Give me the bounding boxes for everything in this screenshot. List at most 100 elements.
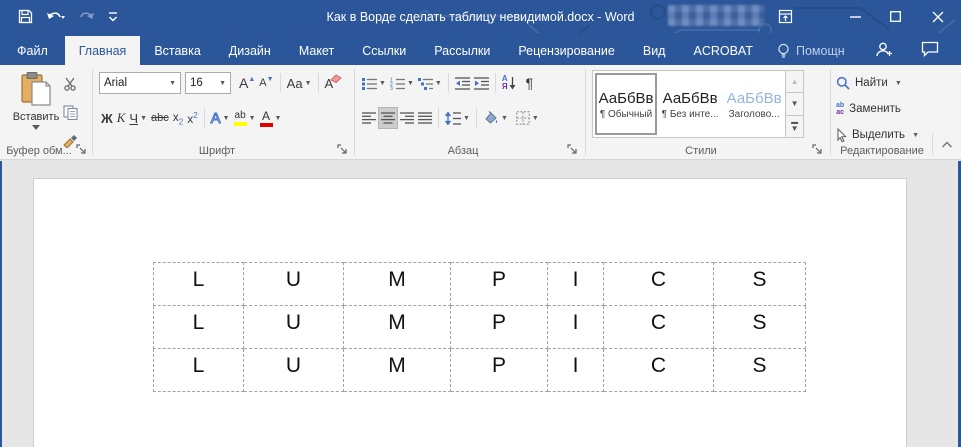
tab-review[interactable]: Рецензирование — [504, 36, 629, 65]
tab-view[interactable]: Вид — [629, 36, 680, 65]
styles-scroll-up-button[interactable]: ▲ — [786, 71, 803, 93]
table-cell[interactable]: I — [548, 263, 604, 306]
doc-table: LUMPICS LUMPICS LUMPICS — [153, 262, 806, 392]
strikethrough-button[interactable]: abc — [149, 107, 171, 129]
sort-button[interactable]: А Я — [500, 72, 518, 94]
table-cell[interactable]: L — [154, 349, 244, 392]
table-cell[interactable]: P — [451, 349, 548, 392]
highlight-color-button[interactable]: ab ▼ — [232, 107, 258, 129]
decrease-indent-button[interactable] — [453, 72, 472, 94]
tab-mailings[interactable]: Рассылки — [420, 36, 504, 65]
style-heading[interactable]: АаБбВв Заголово... — [723, 73, 785, 135]
cut-button[interactable] — [61, 73, 80, 95]
style-normal[interactable]: АаБбВв ¶ Обычный — [595, 73, 657, 135]
multilevel-list-button[interactable]: ▼ — [416, 72, 444, 94]
customize-qat-button[interactable] — [108, 11, 118, 23]
table-cell[interactable]: C — [604, 306, 714, 349]
grow-font-button[interactable]: А▲ — [237, 72, 257, 94]
font-color-bar — [260, 123, 273, 127]
table-cell[interactable]: M — [344, 349, 451, 392]
align-center-button[interactable] — [378, 107, 398, 129]
table-cell[interactable]: U — [244, 263, 344, 306]
styles-more-button[interactable]: ▬▼ — [786, 116, 803, 137]
tell-me-assistant[interactable]: Помощн — [767, 36, 855, 65]
replace-button[interactable]: abac Заменить — [836, 97, 901, 121]
save-button[interactable] — [18, 9, 33, 24]
table-cell[interactable]: U — [244, 306, 344, 349]
italic-button[interactable]: К — [115, 107, 128, 129]
group-styles: АаБбВв ¶ Обычный АаБбВв ¶ Без инте... Аа… — [588, 65, 828, 160]
tab-design[interactable]: Дизайн — [215, 36, 285, 65]
group-paragraph: ▼ 123 ▼ ▼ — [357, 65, 583, 160]
maximize-button[interactable] — [875, 0, 915, 33]
table-cell[interactable]: S — [714, 263, 806, 306]
bold-button[interactable]: Ж — [99, 107, 115, 129]
paragraph-dialog-launcher[interactable] — [567, 144, 579, 156]
tab-references[interactable]: Ссылки — [348, 36, 420, 65]
underline-glyph: Ч — [129, 111, 138, 126]
close-button[interactable] — [915, 0, 961, 33]
search-icon — [836, 76, 850, 90]
tab-file[interactable]: Файл — [0, 36, 65, 65]
table-cell[interactable]: I — [548, 306, 604, 349]
style-no-spacing[interactable]: АаБбВв ¶ Без инте... — [659, 73, 721, 135]
assistant-label: Помощн — [796, 44, 845, 58]
table-cell[interactable]: L — [154, 263, 244, 306]
comments-icon[interactable] — [921, 41, 939, 57]
document-page[interactable]: LUMPICS LUMPICS LUMPICS — [33, 178, 907, 447]
text-effects-button[interactable]: А ▼ — [209, 107, 232, 129]
align-left-button[interactable] — [360, 107, 378, 129]
clear-formatting-button[interactable]: А — [323, 72, 345, 94]
superscript-button[interactable]: x2 — [185, 107, 199, 129]
collapse-ribbon-button[interactable] — [939, 133, 955, 155]
table-cell[interactable]: I — [548, 349, 604, 392]
change-case-button[interactable]: Аа▼ — [285, 72, 314, 94]
styles-scroll-down-button[interactable]: ▼ — [786, 93, 803, 115]
styles-scrollbar: ▲ ▼ ▬▼ — [785, 71, 803, 137]
borders-button[interactable]: ▼ — [514, 107, 541, 129]
table-cell[interactable]: S — [714, 349, 806, 392]
undo-button[interactable] — [46, 10, 66, 24]
underline-button[interactable]: Ч▼ — [127, 107, 149, 129]
table-cell[interactable]: C — [604, 263, 714, 306]
tab-layout[interactable]: Макет — [285, 36, 348, 65]
share-person-icon[interactable] — [875, 41, 893, 58]
group-clipboard: Вставить Буфер обм... — [0, 65, 92, 160]
font-color-button[interactable]: А ▼ — [258, 107, 284, 129]
select-button[interactable]: Выделить ▼ — [836, 123, 919, 147]
tabrow-right-icons — [875, 33, 961, 65]
table-cell[interactable]: P — [451, 306, 548, 349]
find-button[interactable]: Найти ▼ — [836, 71, 902, 95]
tab-home[interactable]: Главная — [65, 36, 141, 65]
numbering-button[interactable]: 123 ▼ — [388, 72, 416, 94]
clipboard-dialog-launcher[interactable] — [76, 144, 88, 156]
justify-button[interactable] — [416, 107, 434, 129]
down-arrow-icon — [509, 77, 516, 90]
font-size-combobox[interactable]: 16 ▼ — [185, 72, 231, 94]
show-paragraph-marks-button[interactable]: ¶ — [524, 72, 536, 94]
increase-indent-button[interactable] — [472, 72, 491, 94]
ribbon-display-options-button[interactable] — [763, 0, 807, 33]
align-right-button[interactable] — [398, 107, 416, 129]
table-cell[interactable]: S — [714, 306, 806, 349]
shrink-font-button[interactable]: А▼ — [257, 72, 275, 94]
redo-button[interactable] — [79, 10, 95, 24]
bullets-button[interactable]: ▼ — [360, 72, 388, 94]
table-cell[interactable]: P — [451, 263, 548, 306]
subscript-button[interactable]: x2 — [171, 107, 185, 129]
tab-insert[interactable]: Вставка — [140, 36, 214, 65]
table-cell[interactable]: M — [344, 263, 451, 306]
copy-button[interactable] — [61, 101, 80, 123]
font-name-combobox[interactable]: Arial ▼ — [99, 72, 181, 94]
table-cell[interactable]: M — [344, 306, 451, 349]
paste-button[interactable]: Вставить — [13, 71, 59, 145]
tab-acrobat[interactable]: ACROBAT — [679, 36, 767, 65]
table-cell[interactable]: C — [604, 349, 714, 392]
table-cell[interactable]: U — [244, 349, 344, 392]
styles-dialog-launcher[interactable] — [812, 144, 824, 156]
shading-button[interactable]: ▼ — [481, 107, 510, 129]
minimize-button[interactable] — [835, 0, 875, 33]
font-dialog-launcher[interactable] — [337, 144, 349, 156]
line-spacing-button[interactable]: ▼ — [443, 107, 472, 129]
table-cell[interactable]: L — [154, 306, 244, 349]
